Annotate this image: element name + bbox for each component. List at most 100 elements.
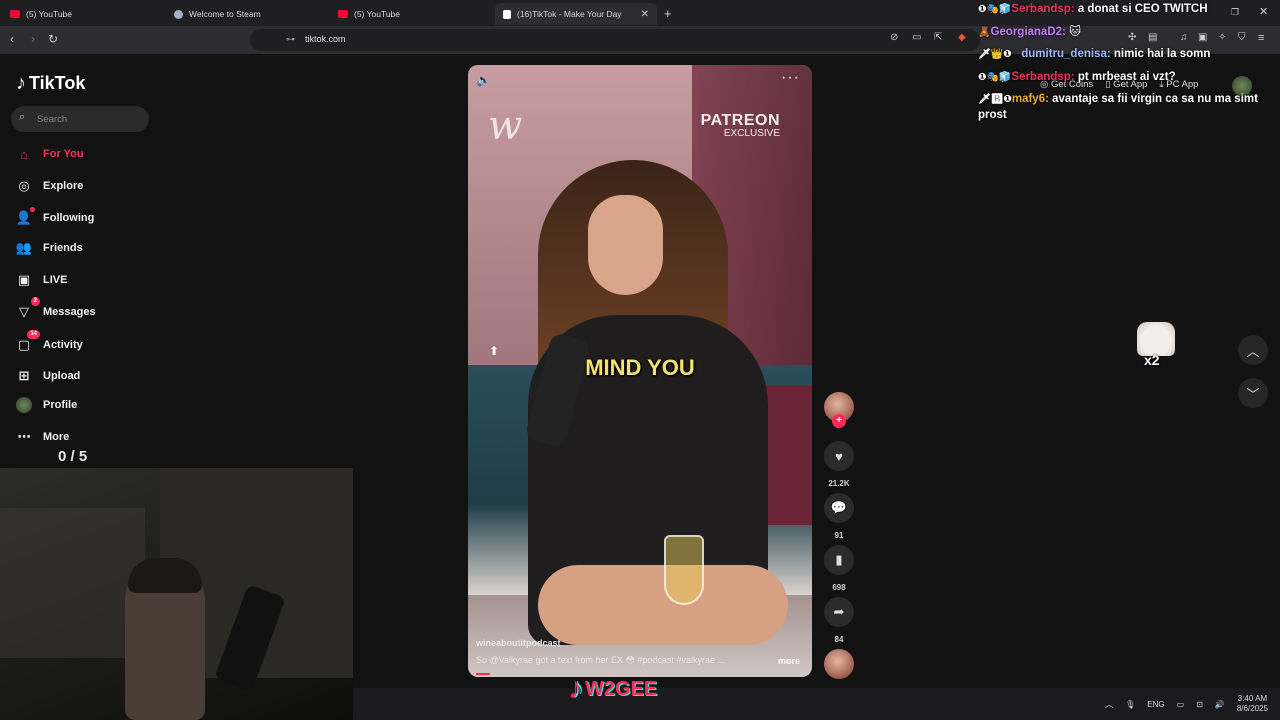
live-icon: ▣ (17, 272, 31, 287)
video-caption: MIND YOU (585, 355, 695, 380)
sidebar-item-label: For You (43, 148, 84, 160)
browser-tab-youtube-1[interactable]: (5) YouTube (2, 3, 167, 25)
address-bar[interactable]: ⊶ tiktok.com (250, 29, 980, 51)
avatar-icon (15, 396, 33, 414)
chat-username: Serbandsp: (1011, 3, 1075, 15)
network-icon[interactable]: ⊡ (1196, 700, 1203, 709)
new-tab-button[interactable]: + (664, 6, 672, 21)
next-video-button[interactable]: ﹀ (1238, 378, 1268, 408)
follow-button[interactable]: + (832, 414, 846, 428)
friends-icon: 👥 (15, 240, 33, 255)
messages-badge: 2 (30, 297, 40, 306)
comment-count: 91 (834, 531, 844, 540)
chat-username: Serbandsp: (1011, 70, 1075, 83)
search-box[interactable]: ⌕ (11, 106, 149, 132)
inbox-icon: ▢ 14 (15, 330, 40, 354)
heart-icon: ♥ (824, 441, 854, 471)
chat-text: pt mrbeast ai vzt? (1077, 70, 1176, 83)
language-indicator[interactable]: ENG (1147, 700, 1164, 709)
volume-icon[interactable]: 🔈 (476, 73, 491, 87)
chat-text: 🐱 (1069, 25, 1082, 38)
bookmark-icon: ▮ (824, 545, 854, 575)
podcast-logo-icon: w (488, 103, 523, 149)
tab-title: (5) YouTube (354, 9, 400, 19)
share-button[interactable]: ➦ 84 (823, 597, 855, 644)
share-count: 84 (834, 635, 844, 644)
sidebar-item-following[interactable]: 👤 Following (15, 207, 94, 227)
youtube-icon (10, 10, 20, 18)
chat-badges-icon: 🗡🅱❶ (978, 94, 1012, 105)
share-icon[interactable]: ⇱ (934, 32, 942, 43)
chevron-down-icon: ﹀ (1246, 386, 1260, 402)
reload-icon[interactable]: ↻ (48, 32, 58, 46)
cast-icon[interactable]: ▭ (912, 32, 921, 43)
more-options-icon[interactable]: ··· (781, 69, 800, 87)
close-tab-icon[interactable]: ✕ (641, 9, 649, 20)
chat-message: ❶🎭🧊Serbandsp: pt mrbeast ai vzt? (978, 70, 1278, 86)
video-author[interactable]: wineaboutitpodcast (476, 638, 561, 648)
tiktok-note-icon: ♪ (568, 672, 583, 705)
like-button[interactable]: ♥ 21.2K (823, 441, 855, 488)
tab-title: Welcome to Steam (189, 9, 261, 19)
video-description: So @Valkyrae got a text from her EX 😳 #p… (476, 655, 725, 665)
video-player[interactable]: w PATREON EXCLUSIVE MIND YOU 🔈 ··· winea… (468, 65, 812, 677)
like-count: 21.2K (828, 479, 850, 488)
sidebar-item-explore[interactable]: ◎ Explore (15, 177, 83, 195)
sidebar-item-live[interactable]: ▣ LIVE (15, 271, 68, 289)
browser-tab-steam[interactable]: Welcome to Steam (166, 3, 331, 25)
video-progress-bar[interactable] (476, 673, 490, 675)
steam-icon (174, 9, 183, 19)
sidebar-item-more[interactable]: ⋯ More (15, 428, 70, 446)
no-track-icon[interactable]: ⊘ (890, 32, 898, 43)
sidebar-item-upload[interactable]: ⊞ Upload (15, 367, 81, 385)
more-link[interactable]: more (778, 656, 800, 666)
forward-icon[interactable]: › (31, 32, 35, 46)
chat-badges-icon: ❶🎭🧊 (978, 4, 1012, 15)
compass-icon: ◎ (18, 178, 30, 193)
search-icon: ⌕ (19, 111, 26, 123)
streamer-hair (128, 558, 202, 593)
sidebar-item-label: More (43, 431, 70, 443)
brave-shield-icon[interactable]: ◆ (958, 32, 966, 43)
comment-button[interactable]: 💬 91 (823, 493, 855, 540)
comment-icon: 💬 (824, 493, 854, 523)
sidebar-item-activity[interactable]: ▢ 14 Activity (15, 330, 83, 354)
site-info-icon[interactable]: ⊶ (286, 34, 295, 45)
chevron-up-icon: ︿ (1246, 343, 1260, 359)
microphone-icon[interactable]: 🎙 (1125, 700, 1135, 709)
sidebar-item-label: Upload (43, 370, 81, 382)
video-person-face (588, 195, 663, 295)
chat-message: 🧸GeorgianaD2: 🐱 (978, 25, 1278, 41)
browser-tab-youtube-2[interactable]: (5) YouTube (330, 3, 495, 25)
display-icon[interactable]: ▭ (1177, 700, 1185, 709)
browser-tab-tiktok[interactable]: (16)TikTok - Make Your Day ✕ (495, 3, 657, 25)
chat-badges-icon: 🗡👑❶ (978, 49, 1012, 60)
back-icon[interactable]: ‹ (10, 32, 14, 46)
youtube-icon (338, 10, 348, 18)
mouse-cursor-icon: ⬆ (489, 344, 500, 358)
clock-time: 3:40 AM (1237, 694, 1268, 703)
chat-message: 🗡🅱❶mafy6: avantaje sa fii virgin ca sa n… (978, 92, 1278, 122)
sidebar-item-label: Friends (43, 242, 83, 254)
save-button[interactable]: ▮ 698 (823, 545, 855, 592)
tiktok-icon (503, 9, 511, 19)
chat-text: a donat si CEO TWITCH (1077, 3, 1208, 15)
sound-avatar-button[interactable] (823, 649, 855, 679)
sidebar-item-friends[interactable]: 👥 Friends (15, 239, 83, 257)
video-wine-glass (664, 535, 704, 605)
tiktok-logo[interactable]: ♪ TikTok (16, 72, 85, 95)
sidebar-item-label: Profile (43, 399, 78, 411)
sidebar-item-for-you[interactable]: ⌂ For You (15, 145, 84, 163)
tray-overflow-icon[interactable]: ︿ (1105, 699, 1113, 710)
chat-message: ❶🎭🧊Serbandsp: a donat si CEO TWITCH (978, 2, 1278, 18)
sidebar-item-messages[interactable]: ▽ 2 Messages (15, 297, 96, 321)
person-icon: 👤 (15, 207, 35, 227)
clock[interactable]: 3:40 AM 8/6/2025 (1237, 694, 1268, 714)
sidebar-item-profile[interactable]: Profile (15, 396, 77, 414)
speaker-icon[interactable]: 🔊 (1215, 700, 1225, 709)
search-input[interactable] (37, 110, 142, 128)
previous-video-button[interactable]: ︿ (1238, 335, 1268, 365)
counter-text: 0 / 5 (58, 448, 88, 465)
dots-icon: ⋯ (17, 429, 31, 444)
sidebar-item-label: Activity (43, 339, 83, 351)
